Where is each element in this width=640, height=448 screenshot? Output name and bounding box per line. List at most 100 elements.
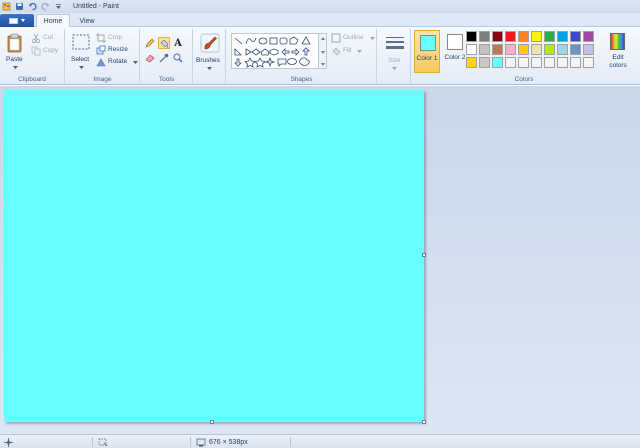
rotate-label: Rotate [108, 58, 128, 65]
fill-label: Fill [343, 47, 352, 54]
chevron-down-icon [357, 50, 362, 53]
cut-label: Cut [43, 34, 54, 41]
color-swatch[interactable] [518, 31, 529, 42]
color-swatch[interactable] [544, 44, 555, 55]
color-swatch[interactable] [570, 44, 581, 55]
line-size-icon [386, 37, 404, 49]
color-swatch[interactable] [479, 31, 490, 42]
fill-button[interactable]: Fill [331, 46, 375, 57]
tab-view[interactable]: View [72, 14, 102, 28]
color-palette [466, 31, 602, 70]
chevron-down-icon [392, 67, 397, 70]
shapes-gallery-scrollbar[interactable] [319, 33, 327, 69]
copy-button[interactable]: Copy [31, 46, 63, 57]
size-button[interactable]: Size [380, 31, 409, 73]
resize-handle-corner[interactable] [422, 420, 426, 424]
fill-tool[interactable] [158, 37, 170, 49]
color-spectrum-icon [610, 33, 625, 50]
color-swatch[interactable] [557, 44, 568, 55]
color-swatch[interactable] [492, 57, 503, 68]
color-swatch[interactable] [479, 57, 490, 68]
palette-row [466, 44, 602, 55]
color-swatch[interactable] [583, 57, 594, 68]
scroll-arrows-icon [321, 37, 325, 66]
pencil-tool[interactable] [144, 37, 156, 49]
scissors-icon [32, 33, 40, 43]
color-swatch[interactable] [505, 57, 516, 68]
status-divider [190, 437, 191, 447]
rotate-icon [96, 58, 106, 67]
color-swatch[interactable] [531, 57, 542, 68]
shapes-gallery-icons [234, 36, 311, 68]
color-swatch[interactable] [544, 57, 555, 68]
color-swatch[interactable] [570, 57, 581, 68]
paint-menu-button[interactable] [0, 14, 34, 27]
select-icon [72, 34, 90, 50]
cursor-position [4, 435, 13, 448]
color-swatch[interactable] [531, 44, 542, 55]
color-swatch[interactable] [466, 57, 477, 68]
color-swatch[interactable] [570, 31, 581, 42]
color2-button[interactable]: Color 2 [442, 30, 468, 73]
edit-colors-button[interactable]: Edit colors [604, 30, 632, 73]
color1-label: Color 1 [416, 55, 438, 62]
image-group-label: Image [93, 76, 112, 83]
customize-quick-access-icon[interactable] [54, 2, 63, 11]
palette-row [466, 57, 602, 68]
color-swatch[interactable] [466, 31, 477, 42]
redo-icon[interactable] [41, 2, 50, 11]
cut-button[interactable]: Cut [31, 33, 63, 44]
color-swatch[interactable] [505, 44, 516, 55]
undo-icon[interactable] [28, 2, 37, 11]
color-swatch[interactable] [583, 44, 594, 55]
outline-button[interactable]: Outline [331, 33, 375, 44]
document-icon [9, 17, 18, 24]
select-button[interactable]: Select [68, 31, 94, 71]
outline-label: Outline [343, 34, 364, 41]
color-swatch[interactable] [557, 31, 568, 42]
color-swatch[interactable] [505, 31, 516, 42]
status-divider [92, 437, 93, 447]
paste-button[interactable]: Paste [3, 31, 27, 71]
crop-button[interactable]: Crop [96, 33, 138, 44]
resize-button[interactable]: Resize [96, 45, 138, 56]
tab-home[interactable]: Home [36, 14, 70, 28]
crop-label: Crop [108, 34, 123, 41]
crosshair-icon [4, 437, 13, 447]
color-swatch[interactable] [518, 57, 529, 68]
rotate-button[interactable]: Rotate [96, 57, 138, 68]
resize-handle-bottom[interactable] [210, 420, 214, 424]
tools-group: A Tools [141, 29, 193, 83]
paste-label: Paste [6, 56, 23, 63]
shapes-gallery[interactable] [231, 33, 319, 69]
eraser-tool[interactable] [144, 52, 156, 64]
color-swatch[interactable] [492, 31, 503, 42]
color-swatch[interactable] [557, 57, 568, 68]
color-swatch[interactable] [544, 31, 555, 42]
drawing-canvas[interactable] [4, 90, 424, 422]
color-swatch[interactable] [583, 31, 594, 42]
canvas-workspace [0, 86, 640, 434]
shapes-group-label: Shapes [290, 76, 313, 83]
palette-row [466, 31, 602, 42]
ribbon-tab-row: Home View [0, 13, 640, 28]
fill-icon [332, 47, 341, 56]
brushes-button[interactable]: Brushes [195, 31, 225, 73]
text-tool[interactable]: A [172, 37, 184, 49]
color1-button[interactable]: Color 1 [414, 30, 440, 73]
color-swatch[interactable] [531, 31, 542, 42]
resize-icon [96, 45, 106, 55]
save-icon[interactable] [15, 2, 24, 11]
color-swatch[interactable] [492, 44, 503, 55]
image-size: 676 × 538px [196, 435, 248, 448]
copy-label: Copy [43, 47, 59, 54]
resize-handle-right[interactable] [422, 253, 426, 257]
brush-icon [200, 33, 220, 53]
color-picker-tool[interactable] [158, 52, 170, 64]
magnifier-tool[interactable] [172, 52, 184, 64]
brushes-label: Brushes [196, 57, 220, 64]
color-swatch[interactable] [466, 44, 477, 55]
color-swatch[interactable] [479, 44, 490, 55]
eraser-icon [145, 54, 155, 63]
color-swatch[interactable] [518, 44, 529, 55]
